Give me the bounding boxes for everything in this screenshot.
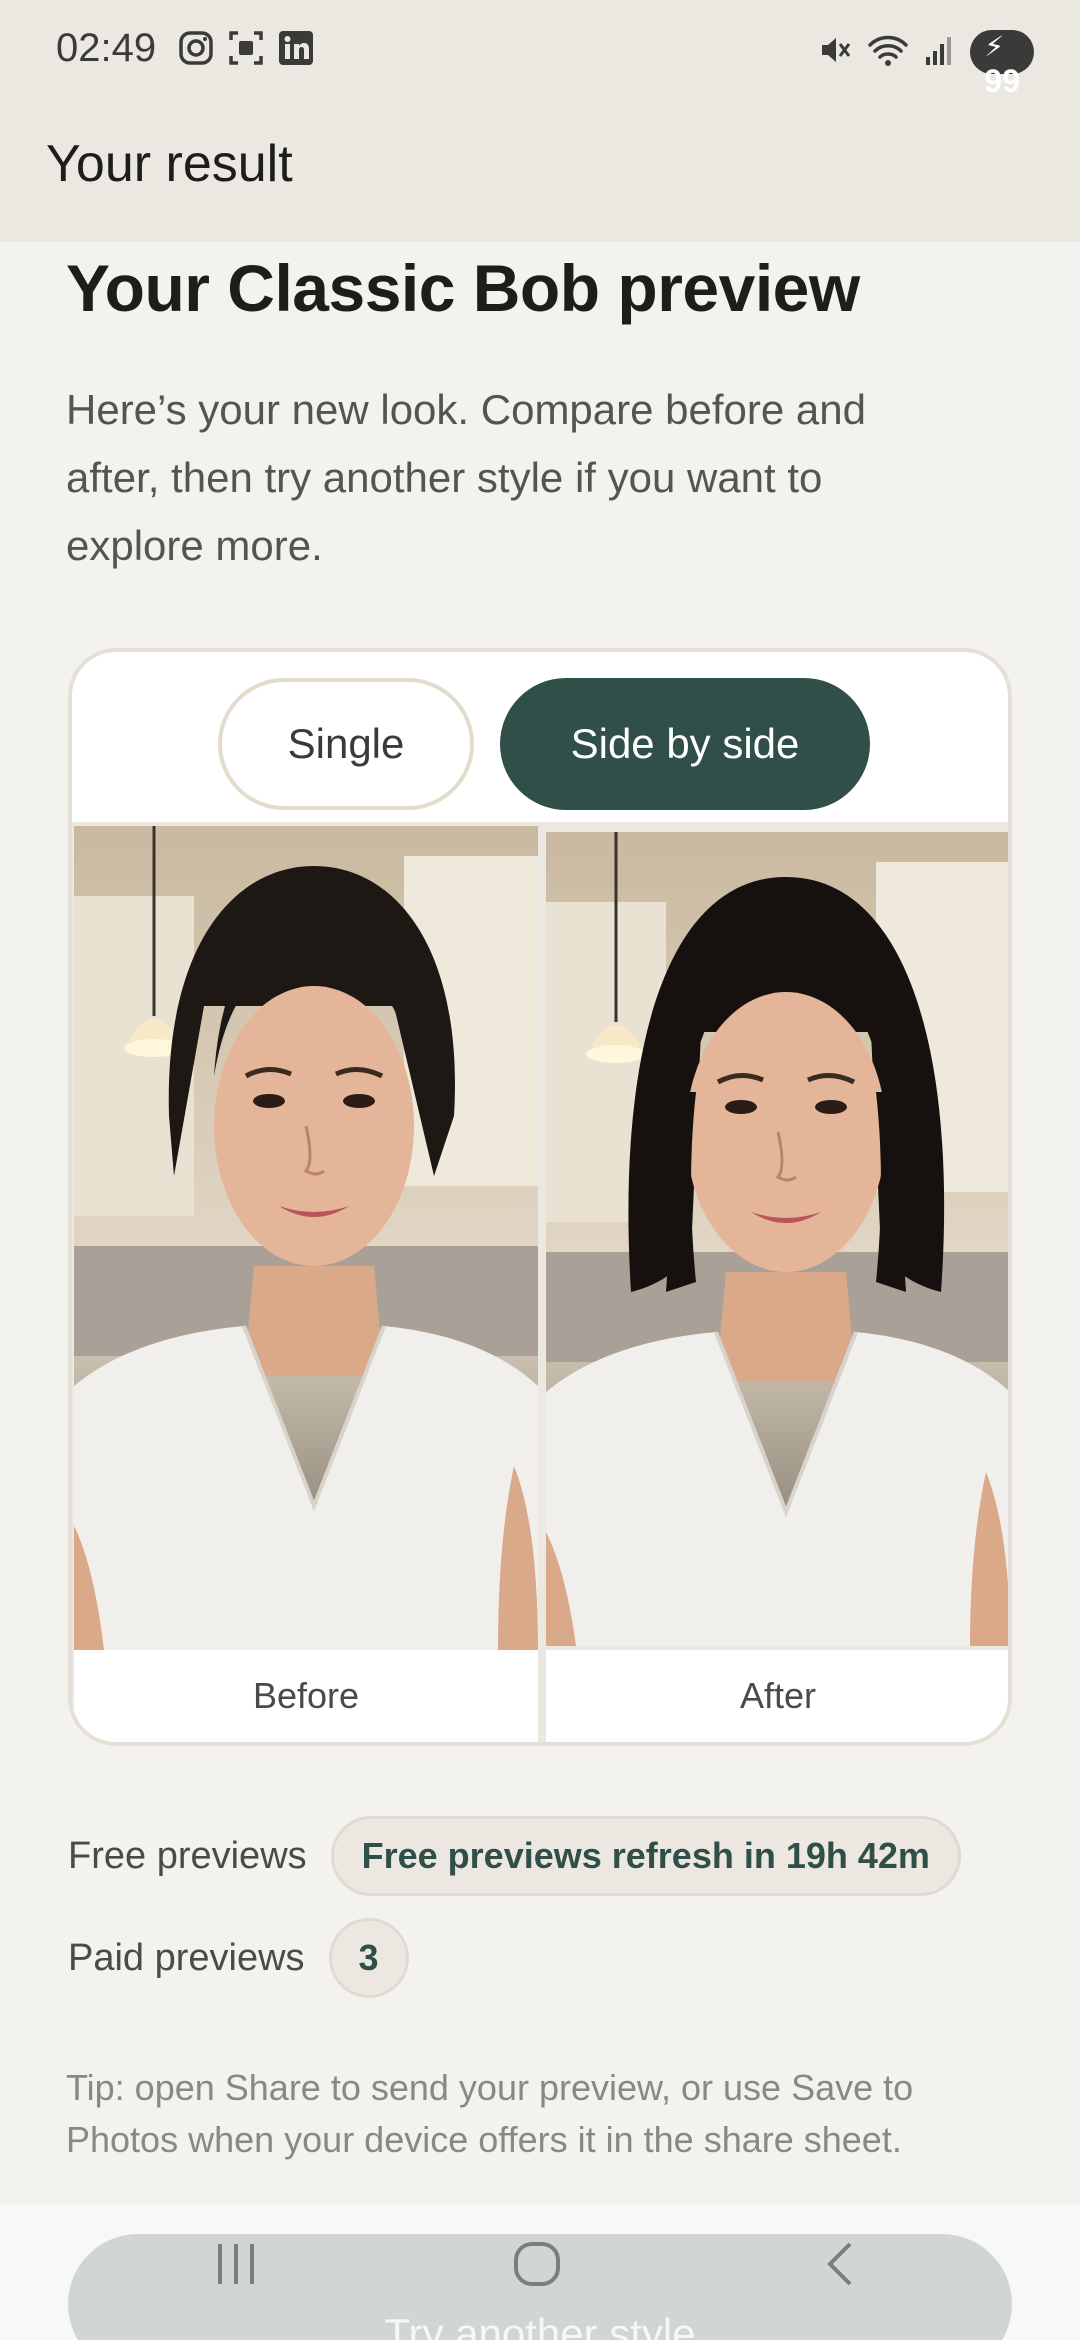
battery-level: 99	[984, 63, 1020, 99]
app-bar: Your result	[0, 110, 1080, 242]
after-photo	[546, 832, 1008, 1646]
paid-previews-count: 3	[328, 1918, 409, 1998]
free-previews-badge: Free previews refresh in 19h 42m	[330, 1816, 961, 1896]
system-nav-bar	[0, 2240, 1080, 2300]
paid-previews-row: Paid previews 3	[68, 1918, 409, 1998]
system-icons: ⚡ 99	[818, 30, 1034, 99]
status-time: 02:49	[56, 26, 157, 70]
intro-text: Here’s your new look. Compare before and…	[66, 386, 866, 569]
status-bar: 02:49 ⚡ 99	[0, 0, 1080, 110]
try-another-style-label: Try another style	[384, 2310, 696, 2340]
back-icon[interactable]	[822, 2240, 858, 2293]
share-tip: Tip: open Share to send your preview, or…	[66, 2067, 914, 2160]
mute-icon	[818, 33, 852, 72]
free-previews-row: Free previews Free previews refresh in 1…	[68, 1816, 961, 1896]
before-photo	[74, 826, 538, 1650]
recent-apps-icon[interactable]	[214, 2240, 258, 2293]
preview-heading: Your Classic Bob preview	[66, 251, 860, 325]
page-title: Your result	[46, 135, 293, 193]
screenshot-icon	[228, 30, 264, 71]
linkedin-icon	[278, 30, 314, 71]
free-previews-label: Free previews	[68, 1834, 307, 1877]
comparison-area: Before After	[72, 822, 1008, 1742]
side-by-side-button[interactable]: Side by side	[500, 678, 870, 810]
wifi-icon	[868, 33, 909, 72]
instagram-icon	[178, 30, 214, 71]
paid-previews-label: Paid previews	[68, 1936, 305, 1979]
home-icon[interactable]	[512, 2240, 562, 2293]
compare-card: Single Side by side Before After	[68, 648, 1012, 1746]
notification-icons	[178, 30, 314, 71]
signal-icon	[924, 33, 954, 72]
before-label: Before	[74, 1650, 538, 1742]
single-view-button[interactable]: Single	[218, 678, 474, 810]
battery-icon: ⚡ 99	[970, 30, 1034, 99]
after-label: After	[546, 1650, 1008, 1742]
view-mode-toggle: Single Side by side	[72, 678, 1008, 812]
bottom-area: Try another style	[0, 2204, 1080, 2340]
